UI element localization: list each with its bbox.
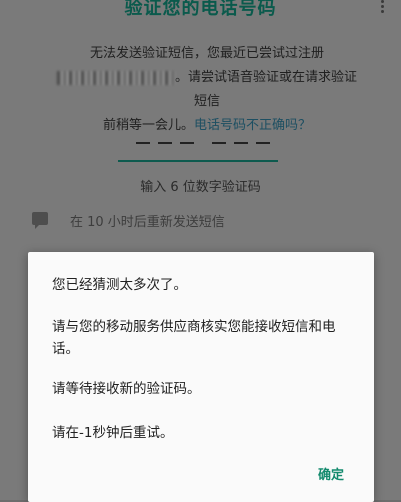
code-digit-slot — [256, 142, 270, 144]
code-input-field[interactable] — [118, 128, 278, 162]
code-digit-slot — [212, 142, 226, 144]
message-icon — [32, 212, 48, 229]
code-digit-slot — [136, 142, 150, 144]
code-hint: 输入 6 位数字验证码 — [140, 180, 261, 195]
redacted-phone-number — [56, 70, 175, 85]
code-digit-slot — [180, 142, 194, 144]
ok-button[interactable]: 确定 — [318, 464, 344, 483]
resend-sms-label: 在 10 小时后重新发送短信 — [70, 215, 225, 230]
dialog-message-4: 请在-1秒钟后重试。 — [52, 425, 174, 441]
too-many-attempts-dialog: 您已经猜测太多次了。 请与您的移动服务供应商核实您能接收短信和电话。 请等待接收… — [28, 252, 374, 502]
dialog-message-1: 您已经猜测太多次了。 — [52, 277, 187, 293]
page-title: 验证您的电话号码 — [124, 0, 277, 19]
code-digit-slot — [158, 142, 172, 144]
more-vert-icon[interactable] — [381, 0, 385, 14]
dialog-message-2: 请与您的移动服务供应商核实您能接收短信和电话。 — [52, 319, 336, 357]
dialog-message-3: 请等待接收新的验证码。 — [52, 381, 201, 397]
description-line2: 。请尝试语音验证或在请求验证短信 — [174, 70, 357, 109]
code-digit-slot — [234, 142, 248, 144]
description-line1: 无法发送验证短信，您最近已尝试过注册 — [89, 46, 324, 61]
verification-description: 无法发送验证短信，您最近已尝试过注册 。请尝试语音验证或在请求验证短信 前稍等一… — [52, 42, 362, 138]
